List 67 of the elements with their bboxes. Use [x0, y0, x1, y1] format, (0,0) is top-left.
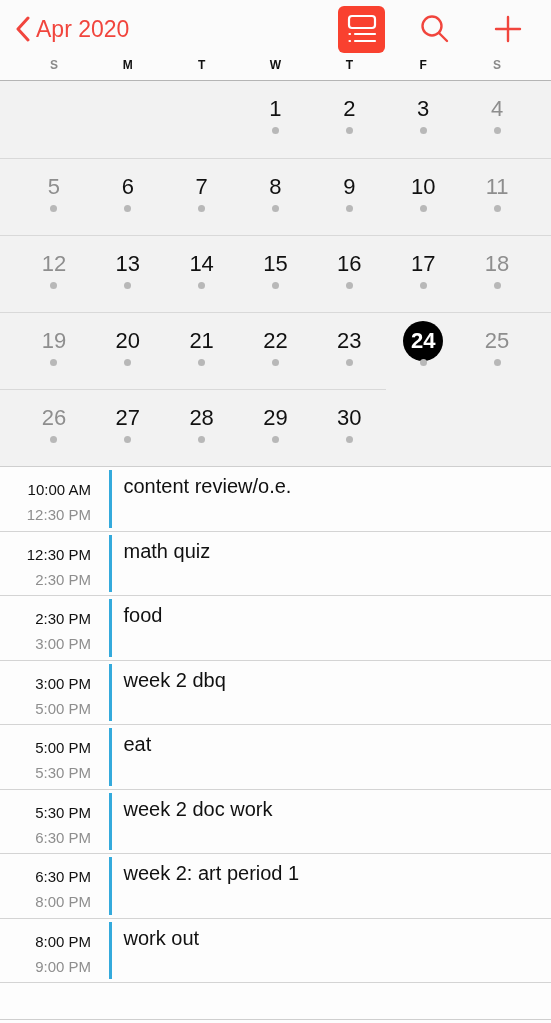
- end-time: 6:30 PM: [35, 828, 91, 846]
- calendar-day[interactable]: 10: [403, 167, 444, 207]
- weekday-label: F: [418, 58, 428, 72]
- start-time: 5:00 PM: [35, 739, 91, 756]
- end-time: 12:30 PM: [26, 506, 91, 523]
- start-time: 5:30 PM: [35, 803, 91, 821]
- calendar-day[interactable]: 27: [107, 398, 148, 438]
- calendar-day[interactable]: 7: [181, 167, 222, 207]
- calendar-day[interactable]: 22: [255, 321, 296, 361]
- calendar-day[interactable]: 28: [181, 398, 222, 438]
- calendar-day[interactable]: 1: [255, 89, 296, 129]
- weekday-label: T: [196, 58, 207, 72]
- calendar-day[interactable]: 13: [107, 244, 148, 284]
- event-row[interactable]: 2:30 PM 3:00 PM food: [0, 596, 551, 661]
- end-time: 9:00 PM: [35, 957, 91, 975]
- event-title: week 2 doc work: [122, 796, 273, 822]
- weekday-label: M: [121, 58, 134, 72]
- calendar-day[interactable]: 24: [403, 321, 444, 361]
- calendar-day[interactable]: 9: [329, 167, 370, 207]
- list-view-button[interactable]: [338, 5, 385, 53]
- end-time: 3:00 PM: [35, 635, 91, 652]
- add-icon: [493, 15, 522, 43]
- start-time: 12:30 PM: [26, 545, 91, 563]
- calendar-day[interactable]: 29: [255, 398, 296, 438]
- event-row[interactable]: 6:30 PM 8:00 PM week 2: art period 1: [0, 854, 551, 919]
- end-time: 2:30 PM: [35, 570, 91, 588]
- calendar-day[interactable]: 16: [329, 244, 370, 284]
- chevron-left-icon: [16, 16, 30, 42]
- calendar-day[interactable]: 8: [255, 167, 296, 207]
- calendar-day[interactable]: 21: [181, 321, 222, 361]
- start-time: 3:00 PM: [35, 674, 91, 692]
- event-title: week 2: art period 1: [122, 861, 300, 886]
- calendar-day[interactable]: 6: [107, 167, 148, 207]
- event-row[interactable]: 12:30 PM 2:30 PM math quiz: [0, 531, 551, 596]
- end-time: 5:30 PM: [35, 764, 91, 781]
- event-row[interactable]: 5:30 PM 6:30 PM week 2 doc work: [0, 789, 551, 854]
- event-title: food: [122, 603, 163, 628]
- event-title: eat: [122, 732, 152, 757]
- weekday-label: S: [48, 58, 59, 72]
- event-row[interactable]: 8:00 PM 9:00 PM work out: [0, 918, 551, 983]
- calendar-day[interactable]: 23: [329, 321, 370, 361]
- event-row[interactable]: 3:00 PM 5:00 PM week 2 dbq: [0, 660, 551, 725]
- calendar-day[interactable]: 17: [403, 244, 444, 284]
- search-icon: [419, 14, 450, 44]
- end-time: 5:00 PM: [35, 699, 91, 717]
- start-time: 2:30 PM: [35, 610, 91, 627]
- start-time: 6:30 PM: [35, 868, 91, 885]
- back-button[interactable]: Apr 2020: [16, 15, 130, 43]
- start-time: 10:00 AM: [27, 481, 91, 498]
- list-view-icon: [345, 14, 378, 44]
- event-title: math quiz: [122, 538, 211, 564]
- event-title: work out: [122, 925, 200, 951]
- end-time: 8:00 PM: [35, 893, 91, 910]
- event-row[interactable]: 10:00 AM 12:30 PM content review/o.e.: [0, 467, 551, 532]
- weekday-label: T: [344, 58, 354, 72]
- calendar-day[interactable]: 3: [403, 89, 444, 129]
- weekday-label: W: [268, 58, 283, 72]
- calendar-day[interactable]: 2: [329, 89, 370, 129]
- event-title: content review/o.e.: [122, 474, 292, 499]
- weekday-label: S: [492, 58, 503, 72]
- event-title: week 2 dbq: [122, 667, 226, 693]
- calendar-day[interactable]: 14: [181, 244, 222, 284]
- calendar-day[interactable]: 30: [329, 398, 370, 438]
- calendar-day[interactable]: 20: [107, 321, 148, 361]
- start-time: 8:00 PM: [35, 932, 91, 950]
- calendar-day[interactable]: 15: [255, 244, 296, 284]
- event-row[interactable]: 5:00 PM 5:30 PM eat: [0, 725, 551, 790]
